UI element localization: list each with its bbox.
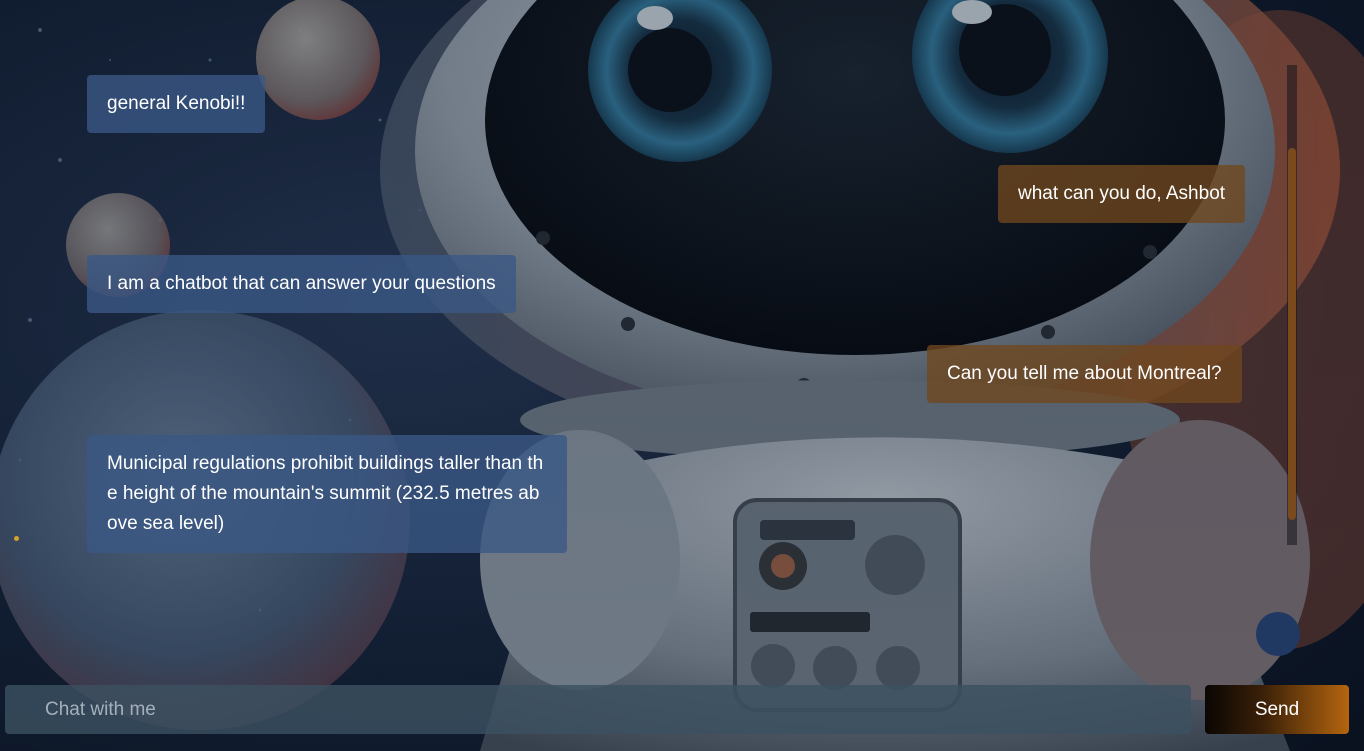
bot-message: Municipal regulations prohibit buildings… [87,435,567,553]
send-button[interactable]: Send [1205,685,1349,734]
chat-app: general Kenobi!! what can you do, Ashbot… [0,0,1364,751]
user-message: what can you do, Ashbot [998,165,1246,223]
chat-scrollbar-thumb[interactable] [1288,148,1296,520]
chat-thread: general Kenobi!! what can you do, Ashbot… [0,0,1282,560]
bot-message: general Kenobi!! [87,75,266,133]
user-message: Can you tell me about Montreal? [927,345,1242,403]
chat-input[interactable] [5,685,1191,734]
status-dot-icon [14,536,19,541]
chat-scrollbar[interactable] [1287,65,1297,545]
bot-message: I am a chatbot that can answer your ques… [87,255,516,313]
